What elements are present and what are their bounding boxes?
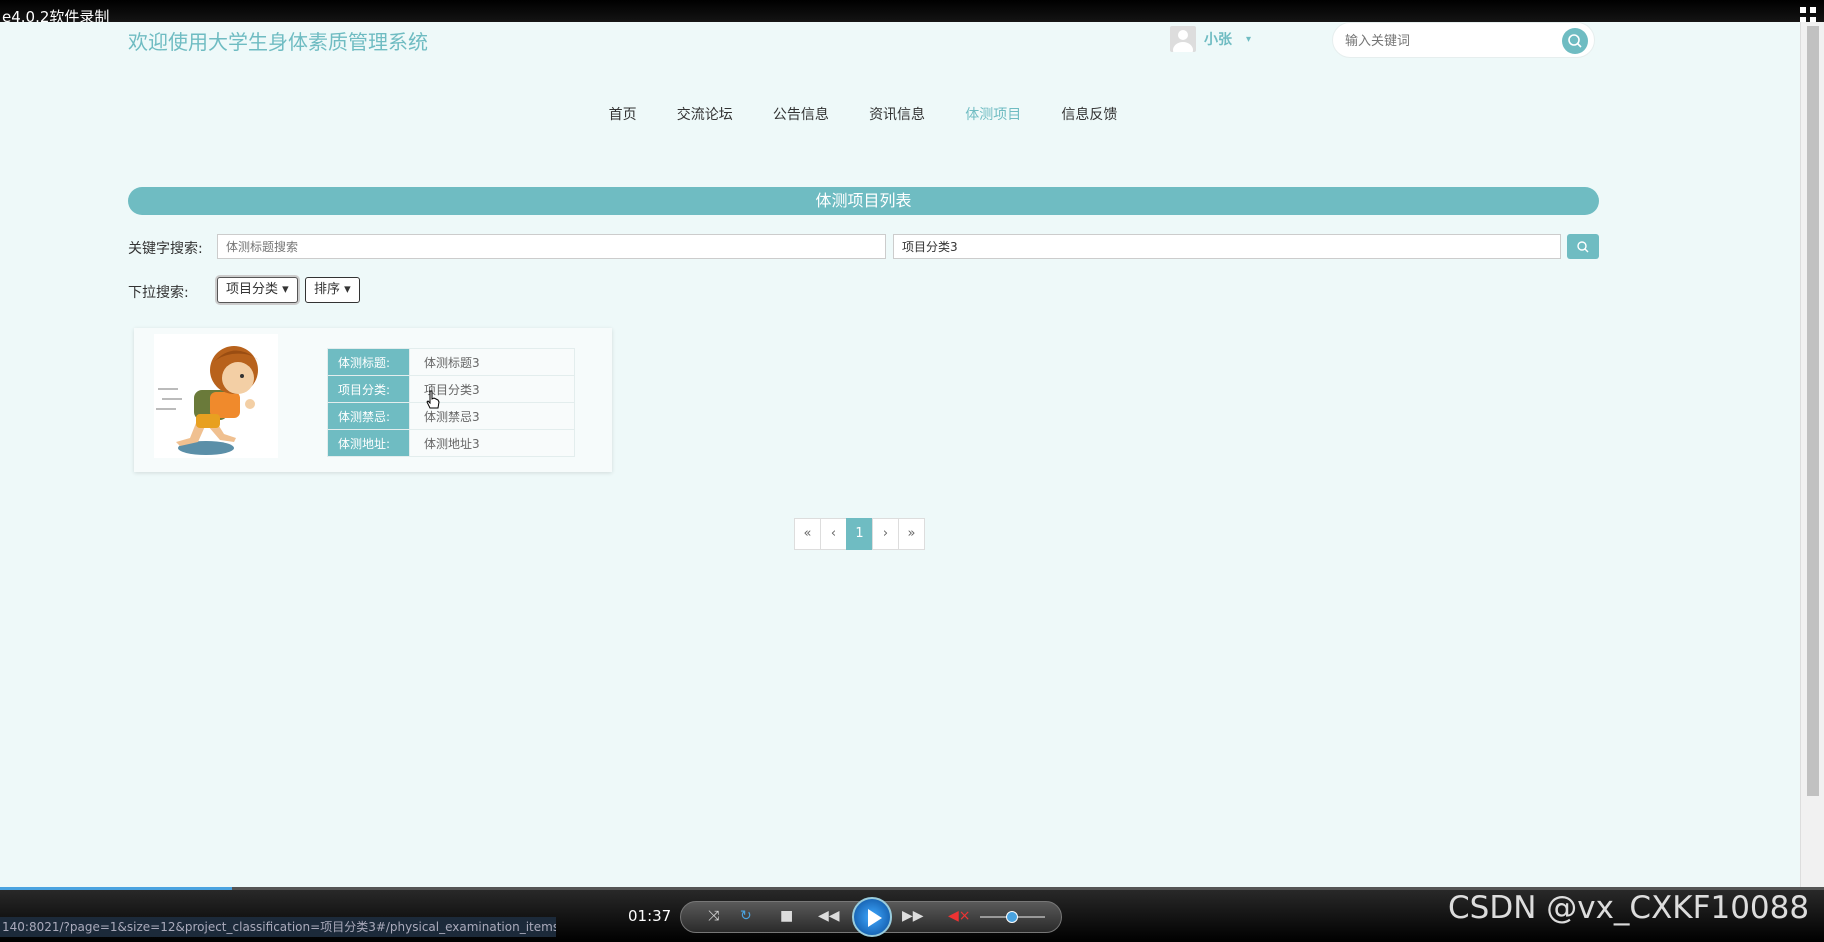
watermark: CSDN @vx_CXKF10088 [1448,890,1810,926]
caret-down-icon: ▾ [278,282,289,297]
user-menu[interactable]: 小张 ▾ [1170,26,1251,52]
title-search-input[interactable] [217,234,886,259]
web-page: 欢迎使用大学生身体素质管理系统 小张 ▾ 首页 交流论坛 公告信息 资讯信息 体… [0,22,1800,887]
page-last-button[interactable]: » [898,518,925,550]
repeat-icon[interactable]: ↻ [740,908,752,924]
info-row-category: 项目分类: 项目分类3 [327,375,575,403]
user-name[interactable]: 小张 [1204,29,1232,49]
category-dropdown-button[interactable]: 项目分类 ▾ [217,277,298,303]
top-search-input[interactable] [1345,31,1545,51]
nav-feedback[interactable]: 信息反馈 [1061,104,1117,124]
nav-forum[interactable]: 交流论坛 [677,104,733,124]
info-value: 体测地址3 [409,429,575,457]
progress-fill [0,887,232,890]
sort-dropdown-button[interactable]: 排序 ▾ [305,277,360,303]
page-next-button[interactable]: › [872,518,899,550]
site-title: 欢迎使用大学生身体素质管理系统 [128,30,428,54]
exam-item-info-table: 体测标题: 体测标题3 项目分类: 项目分类3 体测禁忌: 体测禁忌3 体测地址… [327,348,575,457]
list-banner: 体测项目列表 [128,187,1599,215]
status-url: 140:8021/?page=1&size=12&project_classif… [0,917,556,937]
nav-notice[interactable]: 公告信息 [773,104,829,124]
info-row-address: 体测地址: 体测地址3 [327,429,575,457]
nav-exam-items[interactable]: 体测项目 [965,104,1021,124]
dropdown-search-label: 下拉搜索: [128,285,189,301]
running-boy-image[interactable] [154,334,278,458]
top-search-box [1332,22,1595,58]
info-row-taboo: 体测禁忌: 体测禁忌3 [327,402,575,430]
fast-forward-icon[interactable]: ▶▶ [902,908,924,924]
keyword-search-button[interactable] [1567,234,1599,259]
shuffle-icon[interactable]: ⤨ [708,908,719,924]
play-button[interactable] [852,897,892,937]
page-scrollbar[interactable] [1800,22,1824,887]
stop-icon[interactable]: ■ [780,908,793,924]
caret-down-icon[interactable]: ▾ [1246,34,1251,45]
pagination: « ‹ 1 › » [794,518,925,550]
fullscreen-icon[interactable] [1800,7,1816,23]
avatar [1170,26,1196,52]
hand-cursor-icon [426,390,440,410]
search-icon[interactable] [1562,28,1588,54]
info-row-title: 体测标题: 体测标题3 [327,348,575,376]
keyword-search-label: 关键字搜索: [128,241,203,257]
rewind-icon[interactable]: ◀◀ [818,908,840,924]
page-prev-button[interactable]: ‹ [820,518,847,550]
page-first-button[interactable]: « [794,518,821,550]
volume-knob[interactable] [1006,911,1018,923]
info-key: 体测标题: [327,348,410,376]
sort-dropdown-label: 排序 [314,282,341,297]
mute-icon[interactable]: ◀× [948,908,971,924]
category-search-input[interactable] [893,234,1561,259]
caret-down-icon: ▾ [340,282,351,297]
category-dropdown-label: 项目分类 [226,282,279,297]
info-key: 体测地址: [327,429,410,457]
scrollbar-thumb[interactable] [1807,26,1819,796]
exam-item-card[interactable]: 体测标题: 体测标题3 项目分类: 项目分类3 体测禁忌: 体测禁忌3 体测地址… [134,328,612,472]
playback-time: 01:37 [628,907,672,925]
nav-news[interactable]: 资讯信息 [869,104,925,124]
page-current[interactable]: 1 [846,518,873,550]
info-key: 体测禁忌: [327,402,410,430]
info-value: 体测标题3 [409,348,575,376]
nav-home[interactable]: 首页 [609,104,637,124]
info-key: 项目分类: [327,375,410,403]
main-nav: 首页 交流论坛 公告信息 资讯信息 体测项目 信息反馈 [0,104,1726,124]
